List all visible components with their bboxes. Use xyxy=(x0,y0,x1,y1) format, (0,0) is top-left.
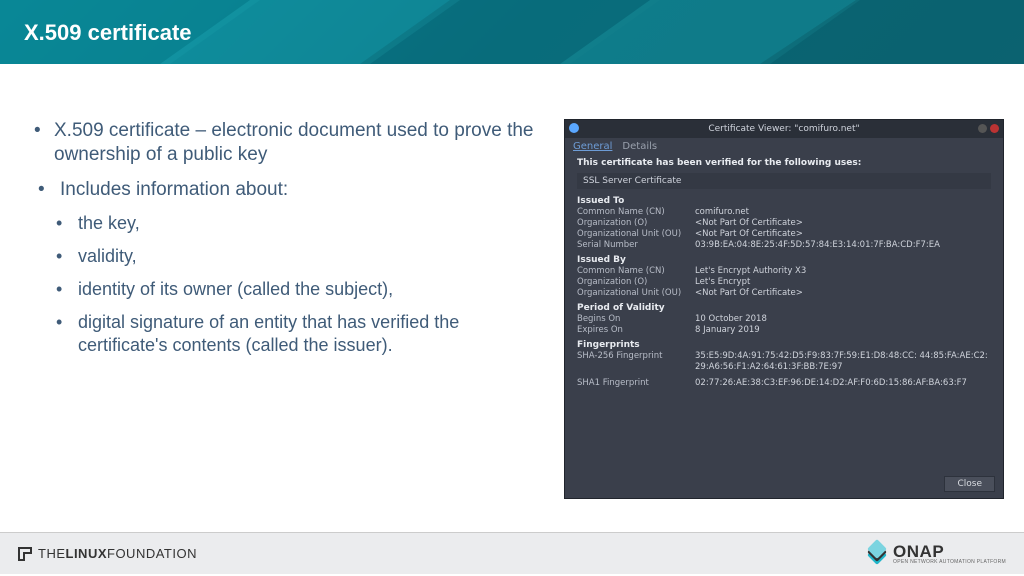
ou-label: Organizational Unit (OU) xyxy=(577,229,695,240)
sha1-value: 02:77:26:AE:38:C3:EF:96:DE:14:D2:AF:F0:6… xyxy=(695,378,991,389)
cn2-value: Let's Encrypt Authority X3 xyxy=(695,266,991,277)
validity-heading: Period of Validity xyxy=(577,303,991,313)
tab-details[interactable]: Details xyxy=(622,141,657,152)
sha256-value: 35:E5:9D:4A:91:75:42:D5:F9:83:7F:59:E1:D… xyxy=(695,351,991,373)
onap-subtext: OPEN NETWORK AUTOMATION PLATFORM xyxy=(893,560,1006,565)
close-button[interactable]: Close xyxy=(944,476,995,492)
cert-tabs: General Details xyxy=(565,138,1003,152)
onap-icon xyxy=(867,544,887,564)
bullet-issuer: digital signature of an entity that has … xyxy=(52,311,540,357)
cert-viewer-window: Certificate Viewer: "comifuro.net" Gener… xyxy=(564,119,1004,499)
ou-value: <Not Part Of Certificate> xyxy=(695,229,991,240)
issued-by-section: Issued By Common Name (CN)Let's Encrypt … xyxy=(565,252,1003,300)
issued-by-heading: Issued By xyxy=(577,255,991,265)
onap-text: ONAP xyxy=(893,543,1006,560)
expires-value: 8 January 2019 xyxy=(695,325,991,336)
validity-section: Period of Validity Begins On10 October 2… xyxy=(565,300,1003,337)
cert-window-title: Certificate Viewer: "comifuro.net" xyxy=(708,124,859,134)
fingerprints-section: Fingerprints SHA-256 Fingerprint35:E5:9D… xyxy=(565,337,1003,389)
sha256-label: SHA-256 Fingerprint xyxy=(577,351,695,373)
o-label: Organization (O) xyxy=(577,218,695,229)
issued-to-section: Issued To Common Name (CN)comifuro.net O… xyxy=(565,193,1003,252)
sha1-label: SHA1 Fingerprint xyxy=(577,378,695,389)
cn-label: Common Name (CN) xyxy=(577,207,695,218)
o2-value: Let's Encrypt xyxy=(695,277,991,288)
bullet-validity: validity, xyxy=(52,245,540,268)
fingerprints-heading: Fingerprints xyxy=(577,340,991,350)
ou2-label: Organizational Unit (OU) xyxy=(577,288,695,299)
lf-icon xyxy=(18,547,32,561)
bullet-column: X.509 certificate – electronic document … xyxy=(30,119,540,522)
onap-logo: ONAP OPEN NETWORK AUTOMATION PLATFORM xyxy=(867,543,1006,565)
sn-label: Serial Number xyxy=(577,240,695,251)
begins-value: 10 October 2018 xyxy=(695,314,991,325)
minimize-icon[interactable] xyxy=(978,124,987,133)
screenshot-column: Certificate Viewer: "comifuro.net" Gener… xyxy=(550,119,1004,522)
expires-label: Expires On xyxy=(577,325,695,336)
cert-use: SSL Server Certificate xyxy=(577,173,991,189)
o-value: <Not Part Of Certificate> xyxy=(695,218,991,229)
slide-title: X.509 certificate xyxy=(0,0,1024,46)
bullet-subject: identity of its owner (called the subjec… xyxy=(52,278,540,301)
window-controls[interactable] xyxy=(978,124,999,133)
cn2-label: Common Name (CN) xyxy=(577,266,695,277)
cn-value: comifuro.net xyxy=(695,207,991,218)
cert-verified-msg: This certificate has been verified for t… xyxy=(565,152,1003,171)
app-icon xyxy=(569,123,579,133)
linux-foundation-logo: THELINUXFOUNDATION xyxy=(18,546,197,561)
slide-header: X.509 certificate xyxy=(0,0,1024,64)
o2-label: Organization (O) xyxy=(577,277,695,288)
close-icon[interactable] xyxy=(990,124,999,133)
bullet-main: X.509 certificate – electronic document … xyxy=(30,119,540,168)
cert-titlebar: Certificate Viewer: "comifuro.net" xyxy=(565,120,1003,138)
sn-value: 03:9B:EA:04:8E:25:4F:5D:57:84:E3:14:01:7… xyxy=(695,240,991,251)
slide-body: X.509 certificate – electronic document … xyxy=(0,64,1024,532)
lf-linux: LINUX xyxy=(66,546,108,561)
bullet-sub: Includes information about: xyxy=(34,178,540,202)
tab-general[interactable]: General xyxy=(573,141,612,152)
bullet-key: the key, xyxy=(52,212,540,235)
issued-to-heading: Issued To xyxy=(577,196,991,206)
lf-foundation: FOUNDATION xyxy=(107,546,197,561)
begins-label: Begins On xyxy=(577,314,695,325)
ou2-value: <Not Part Of Certificate> xyxy=(695,288,991,299)
lf-the: THE xyxy=(38,546,66,561)
slide-footer: THELINUXFOUNDATION ONAP OPEN NETWORK AUT… xyxy=(0,532,1024,574)
